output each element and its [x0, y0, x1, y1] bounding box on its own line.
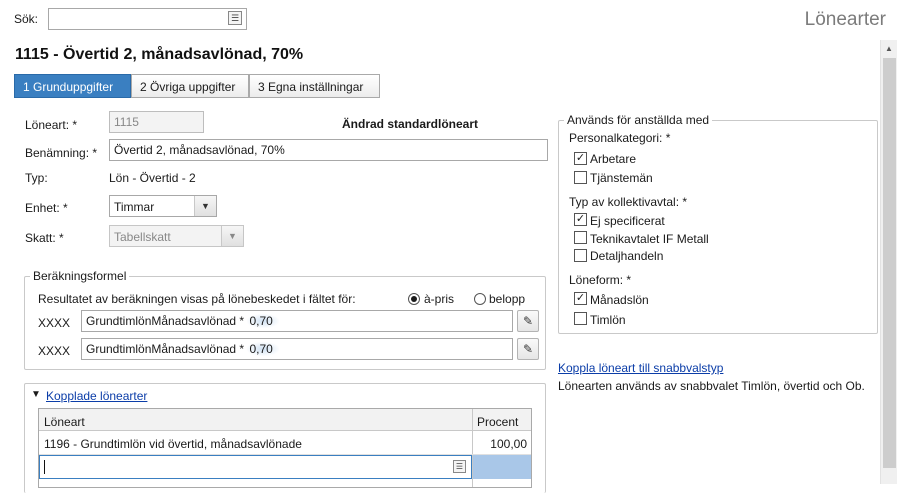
checkbox-label: Ej specificerat	[590, 214, 665, 228]
benamning-input[interactable]: Övertid 2, månadsavlönad, 70%	[109, 139, 548, 161]
loneform-label: Löneform: *	[569, 273, 632, 287]
tab-ovriga-uppgifter[interactable]: 2 Övriga uppgifter	[131, 74, 249, 98]
text-cursor	[44, 460, 45, 474]
berakningsformel-title: Beräkningsformel	[30, 269, 130, 283]
checkbox-arbetare[interactable]: ✓	[574, 152, 587, 165]
formula-prefix: XXXX	[38, 344, 71, 358]
typ-label: Typ:	[25, 171, 48, 185]
formula-input[interactable]: GrundtimlönMånadsavlönad * 0,70	[81, 310, 513, 332]
kopplade-grid: Löneart Procent 1196 - Grundtimlön vid ö…	[38, 408, 532, 488]
row-loneart: 1196 - Grundtimlön vid övertid, månadsav…	[44, 437, 302, 451]
search-label: Sök:	[14, 12, 39, 26]
radio-belopp[interactable]	[474, 293, 486, 305]
table-row[interactable]: 1196 - Grundtimlön vid övertid, månadsav…	[39, 431, 531, 455]
typ-value: Lön - Övertid - 2	[109, 171, 196, 185]
checkbox-ej-specificerat[interactable]: ✓	[574, 213, 587, 226]
loneart-input: 1115	[109, 111, 204, 133]
grid-header	[39, 409, 531, 431]
checkbox-label: Timlön	[590, 313, 626, 327]
edit-pencil-icon[interactable]: ✎	[517, 310, 539, 332]
new-row-procent-cell[interactable]	[473, 455, 531, 479]
enhet-select[interactable]: Timmar ▼	[109, 195, 217, 217]
enhet-label: Enhet: *	[25, 201, 68, 215]
berakning-description: Resultatet av beräkningen visas på löneb…	[38, 292, 356, 306]
radio-apris[interactable]	[408, 293, 420, 305]
checkbox-label: Arbetare	[590, 152, 637, 166]
kollektivavtal-label: Typ av kollektivavtal: *	[569, 195, 688, 209]
col-header-procent: Procent	[477, 415, 519, 429]
checkbox-label: Detaljhandeln	[590, 249, 664, 263]
loneart-label: Löneart: *	[25, 118, 78, 132]
radio-apris-label: à-pris	[424, 292, 455, 306]
tab-egna-installningar[interactable]: 3 Egna inställningar	[249, 74, 380, 98]
vertical-scrollbar[interactable]: ▲	[880, 40, 897, 484]
app-title: Lönearter	[804, 9, 886, 30]
page-title: 1115 - Övertid 2, månadsavlönad, 70%	[15, 46, 304, 63]
snabbval-info: Lönearten används av snabbvalet Timlön, …	[558, 379, 865, 393]
checkbox-teknikavtalet[interactable]	[574, 231, 587, 244]
radio-belopp-label: belopp	[489, 292, 526, 306]
checkbox-detaljhandeln[interactable]	[574, 249, 587, 262]
checkbox-tjansteman[interactable]	[574, 171, 587, 184]
skatt-select: Tabellskatt ▼	[109, 225, 244, 247]
collapse-triangle-icon[interactable]: ▼	[29, 389, 43, 400]
col-header-loneart: Löneart	[44, 415, 85, 429]
checkbox-timlon[interactable]	[574, 312, 587, 325]
list-icon[interactable]: ☰	[228, 11, 242, 25]
row-procent: 100,00	[490, 437, 527, 451]
edit-pencil-icon[interactable]: ✎	[517, 338, 539, 360]
chevron-down-icon: ▼	[221, 226, 243, 246]
personalkategori-label: Personalkategori: *	[569, 131, 671, 145]
list-icon[interactable]: ☰	[453, 460, 466, 473]
scrollbar-thumb[interactable]	[883, 58, 896, 468]
checkbox-manadslon[interactable]: ✓	[574, 292, 587, 305]
tab-grunduppgifter[interactable]: 1 Grunduppgifter	[14, 74, 131, 98]
formula-input[interactable]: GrundtimlönMånadsavlönad * 0,70	[81, 338, 513, 360]
benamning-label: Benämning: *	[25, 146, 98, 160]
checkbox-label: Månadslön	[590, 293, 649, 307]
checkbox-label: Tjänstemän	[590, 171, 653, 185]
anvands-title: Används för anställda med	[564, 113, 713, 127]
formula-prefix: XXXX	[38, 316, 71, 330]
chevron-down-icon[interactable]: ▼	[194, 196, 216, 216]
status-text: Ändrad standardlöneart	[342, 117, 479, 131]
skatt-label: Skatt: *	[25, 231, 64, 245]
new-row-input[interactable]: ☰	[39, 455, 472, 479]
checkbox-label: Teknikavtalet IF Metall	[590, 232, 709, 246]
scroll-up-icon[interactable]: ▲	[885, 44, 893, 53]
kopplade-lonearter-link[interactable]: Kopplade lönearter	[43, 389, 151, 403]
search-input[interactable]	[48, 8, 247, 30]
koppla-snabbval-link[interactable]: Koppla löneart till snabbvalstyp	[558, 361, 723, 375]
